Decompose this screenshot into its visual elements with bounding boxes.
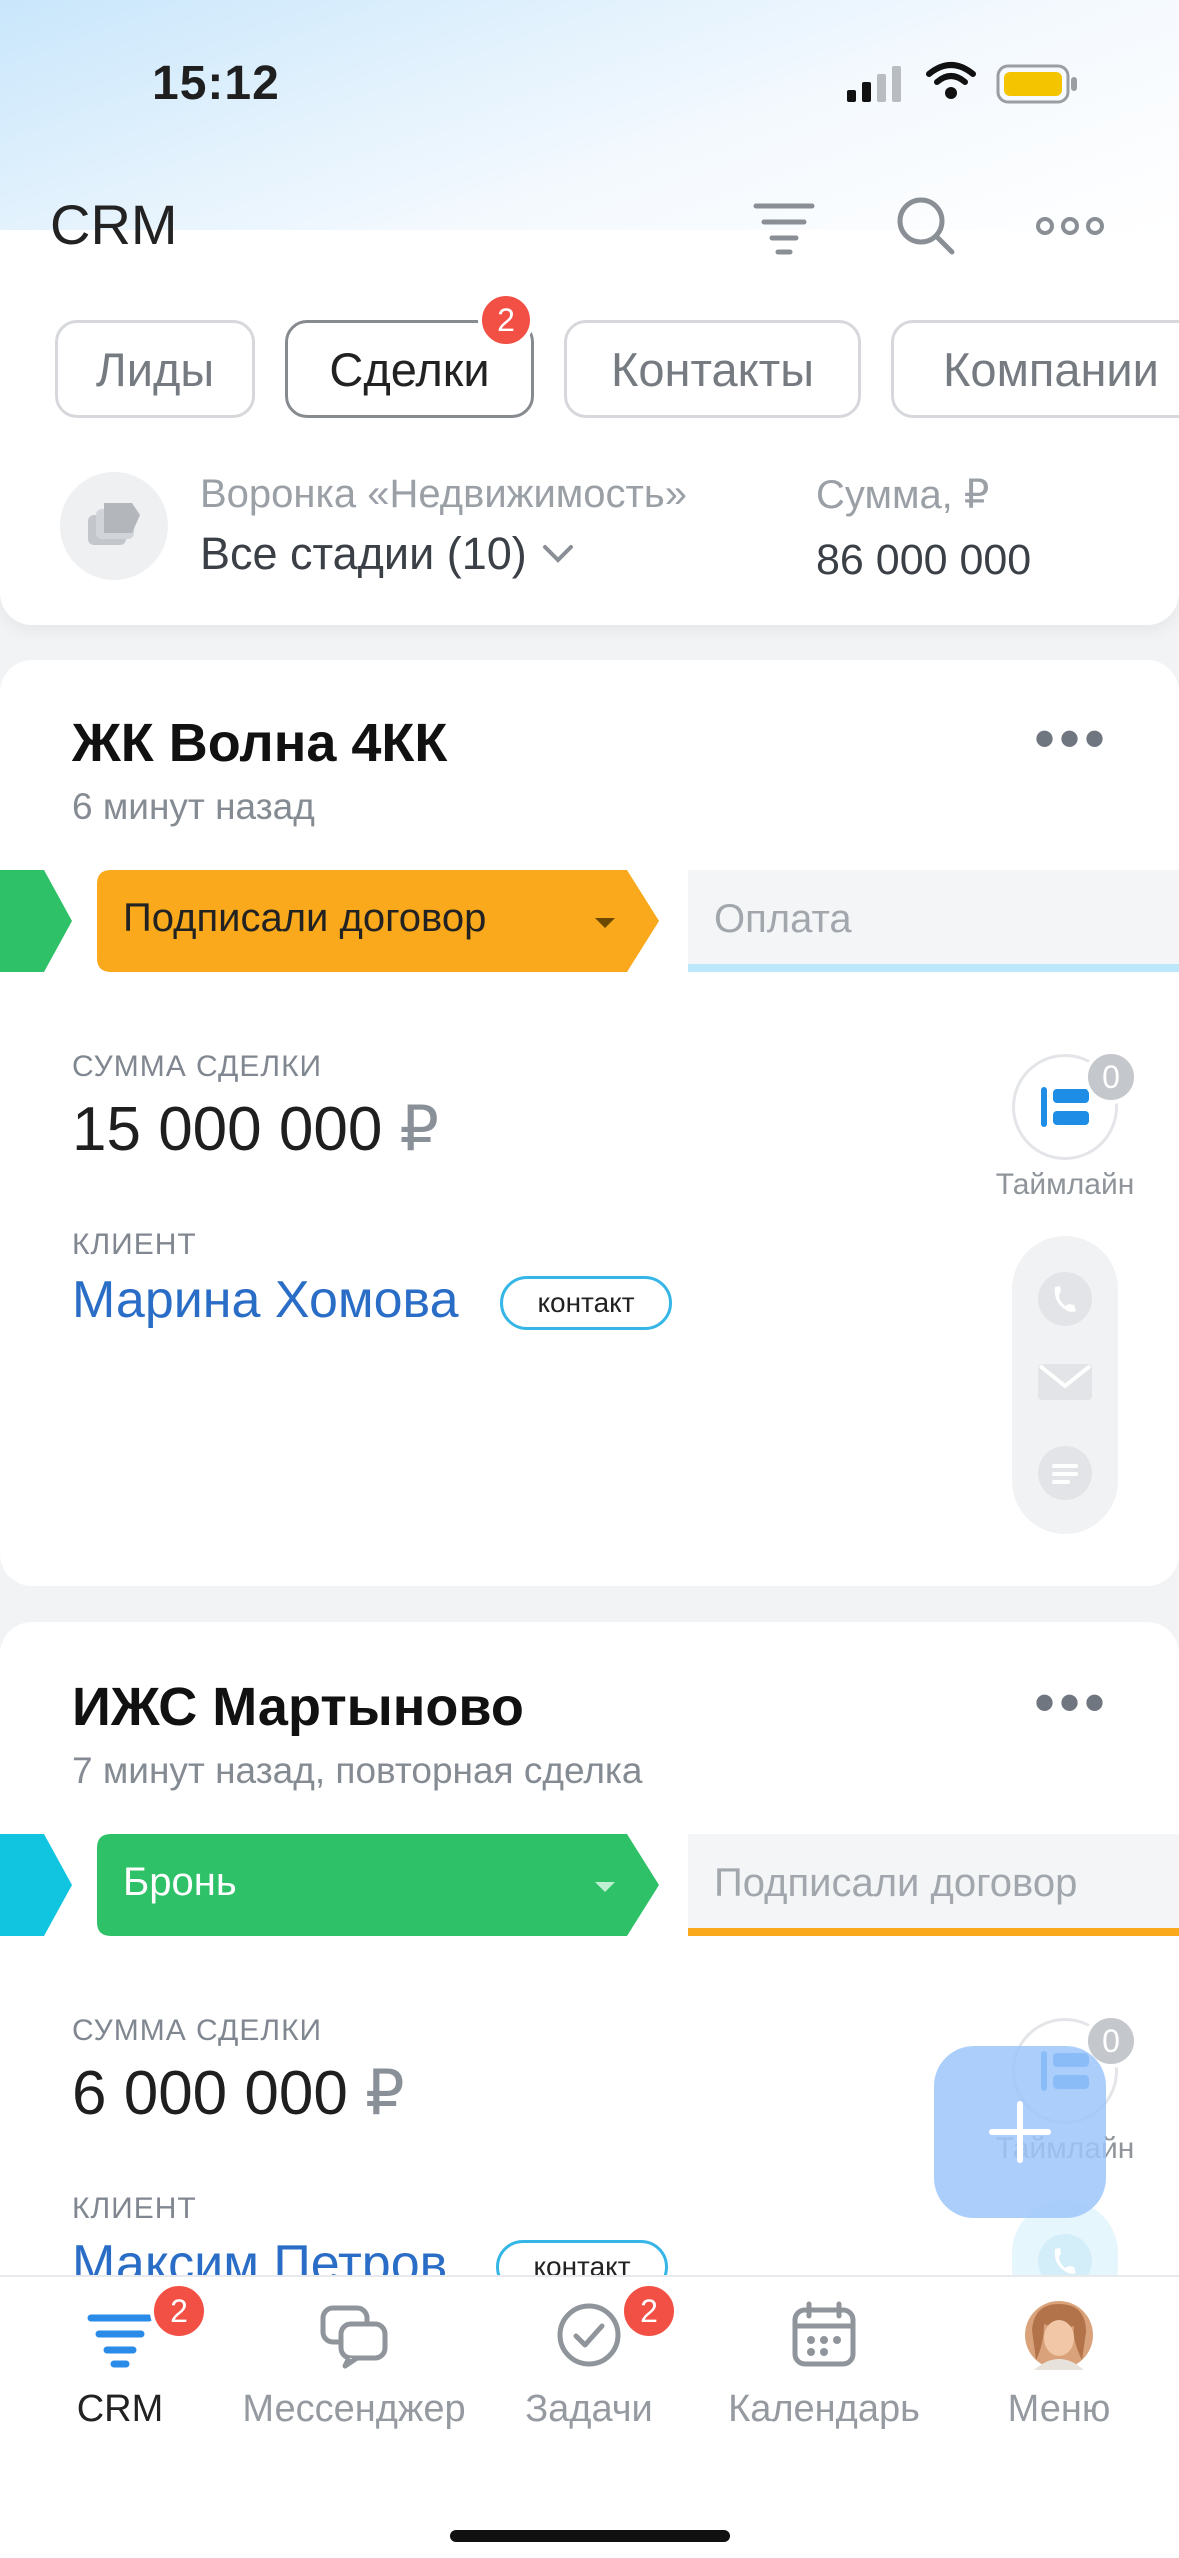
- stage-next-underline: [688, 1928, 1179, 1936]
- deal-amount: 15 000 000 ₽: [72, 1095, 439, 1164]
- nav-tasks-label: Задачи: [525, 2388, 653, 2430]
- funnel-button[interactable]: [60, 472, 168, 580]
- tab-companies[interactable]: Компании: [891, 320, 1179, 418]
- nav-messenger[interactable]: Мессенджер: [234, 2300, 474, 2431]
- funnel-name: Воронка «Недвижимость»: [200, 472, 687, 516]
- nav-calendar[interactable]: Календарь: [704, 2300, 944, 2431]
- home-indicator: [450, 2530, 730, 2542]
- crm-icon: [87, 2314, 153, 2368]
- search-icon: [897, 197, 955, 255]
- sum-label: Сумма, ₽: [816, 473, 990, 517]
- add-deal-button[interactable]: [934, 2046, 1106, 2218]
- battery-icon: [996, 64, 1080, 109]
- phone-icon: [1038, 1272, 1092, 1326]
- chevron-down-icon: [542, 545, 573, 563]
- stage-prev-marker: [0, 870, 74, 977]
- tab-contacts[interactable]: Контакты: [564, 320, 861, 418]
- page-title: CRM: [50, 193, 178, 256]
- client-name[interactable]: Марина Хомова: [72, 1270, 459, 1330]
- deal-subtitle: 6 минут назад: [72, 786, 315, 827]
- stage-current-label: Подписали договор: [123, 896, 487, 940]
- mail-button[interactable]: [1036, 1360, 1094, 1409]
- deal-more-button[interactable]: •••: [1034, 704, 1109, 773]
- amount-label: СУММА СДЕЛКИ: [72, 1050, 323, 1083]
- filter-icon: [753, 203, 815, 255]
- funnel-icon: [88, 503, 140, 545]
- messenger-icon: [320, 2305, 388, 2369]
- timeline-icon: [1041, 1087, 1089, 1127]
- calendar-icon: [792, 2301, 856, 2367]
- more-button[interactable]: [1030, 186, 1110, 266]
- client-label: КЛИЕНТ: [72, 2192, 197, 2225]
- timeline-count: 0: [1084, 1050, 1138, 1104]
- phone-button[interactable]: [1036, 1270, 1094, 1333]
- nav-menu-label: Меню: [1007, 2388, 1111, 2430]
- nav-crm-badge: 2: [150, 2282, 208, 2340]
- search-button[interactable]: [886, 186, 966, 266]
- tab-leads[interactable]: Лиды: [55, 320, 255, 418]
- nav-crm-label: CRM: [76, 2388, 164, 2430]
- client-label: КЛИЕНТ: [72, 1228, 197, 1261]
- chat-icon: [1038, 1446, 1092, 1500]
- nav-calendar-label: Календарь: [728, 2388, 920, 2430]
- deal-amount: 6 000 000 ₽: [72, 2059, 405, 2128]
- nav-tasks-badge: 2: [620, 2282, 678, 2340]
- deal-title[interactable]: ИЖС Мартыново: [72, 1676, 524, 1738]
- timeline-label: Таймлайн: [995, 1168, 1135, 1201]
- chevron-down-icon: [595, 918, 615, 928]
- chevron-down-icon: [595, 1882, 615, 1892]
- signal-icon: [845, 64, 905, 109]
- filter-button[interactable]: [744, 188, 824, 268]
- mail-icon: [1038, 1364, 1092, 1400]
- chat-button[interactable]: [1036, 1444, 1094, 1507]
- tasks-icon: [557, 2303, 621, 2367]
- wifi-icon: [925, 60, 977, 107]
- nav-messenger-label: Мессенджер: [242, 2388, 466, 2430]
- plus-icon: [989, 2101, 1051, 2163]
- deal-subtitle: 7 минут назад, повторная сделка: [72, 1750, 643, 1791]
- nav-menu[interactable]: Меню: [939, 2300, 1179, 2431]
- deal-more-button[interactable]: •••: [1034, 1668, 1109, 1737]
- stage-next[interactable]: Подписали договор: [688, 1834, 1179, 1932]
- sum-value: 86 000 000: [816, 536, 1032, 584]
- deal-title[interactable]: ЖК Волна 4КК: [72, 712, 447, 774]
- status-time: 15:12: [152, 57, 280, 110]
- stage-selector-label: Все стадии (10): [200, 528, 527, 579]
- stage-selector[interactable]: Все стадии (10): [200, 528, 575, 580]
- stage-current[interactable]: Бронь: [97, 1834, 661, 1936]
- stage-next[interactable]: Оплата: [688, 870, 1179, 968]
- tab-deals-badge: 2: [478, 292, 534, 348]
- stage-next-underline: [688, 964, 1179, 972]
- client-type-badge: контакт: [500, 1276, 672, 1330]
- stage-current[interactable]: Подписали договор: [97, 870, 661, 972]
- stage-current-label: Бронь: [123, 1860, 237, 1904]
- amount-label: СУММА СДЕЛКИ: [72, 2014, 323, 2047]
- stage-prev-marker: [0, 1834, 74, 1941]
- more-icon: [1036, 217, 1104, 235]
- avatar: [1025, 2301, 1093, 2370]
